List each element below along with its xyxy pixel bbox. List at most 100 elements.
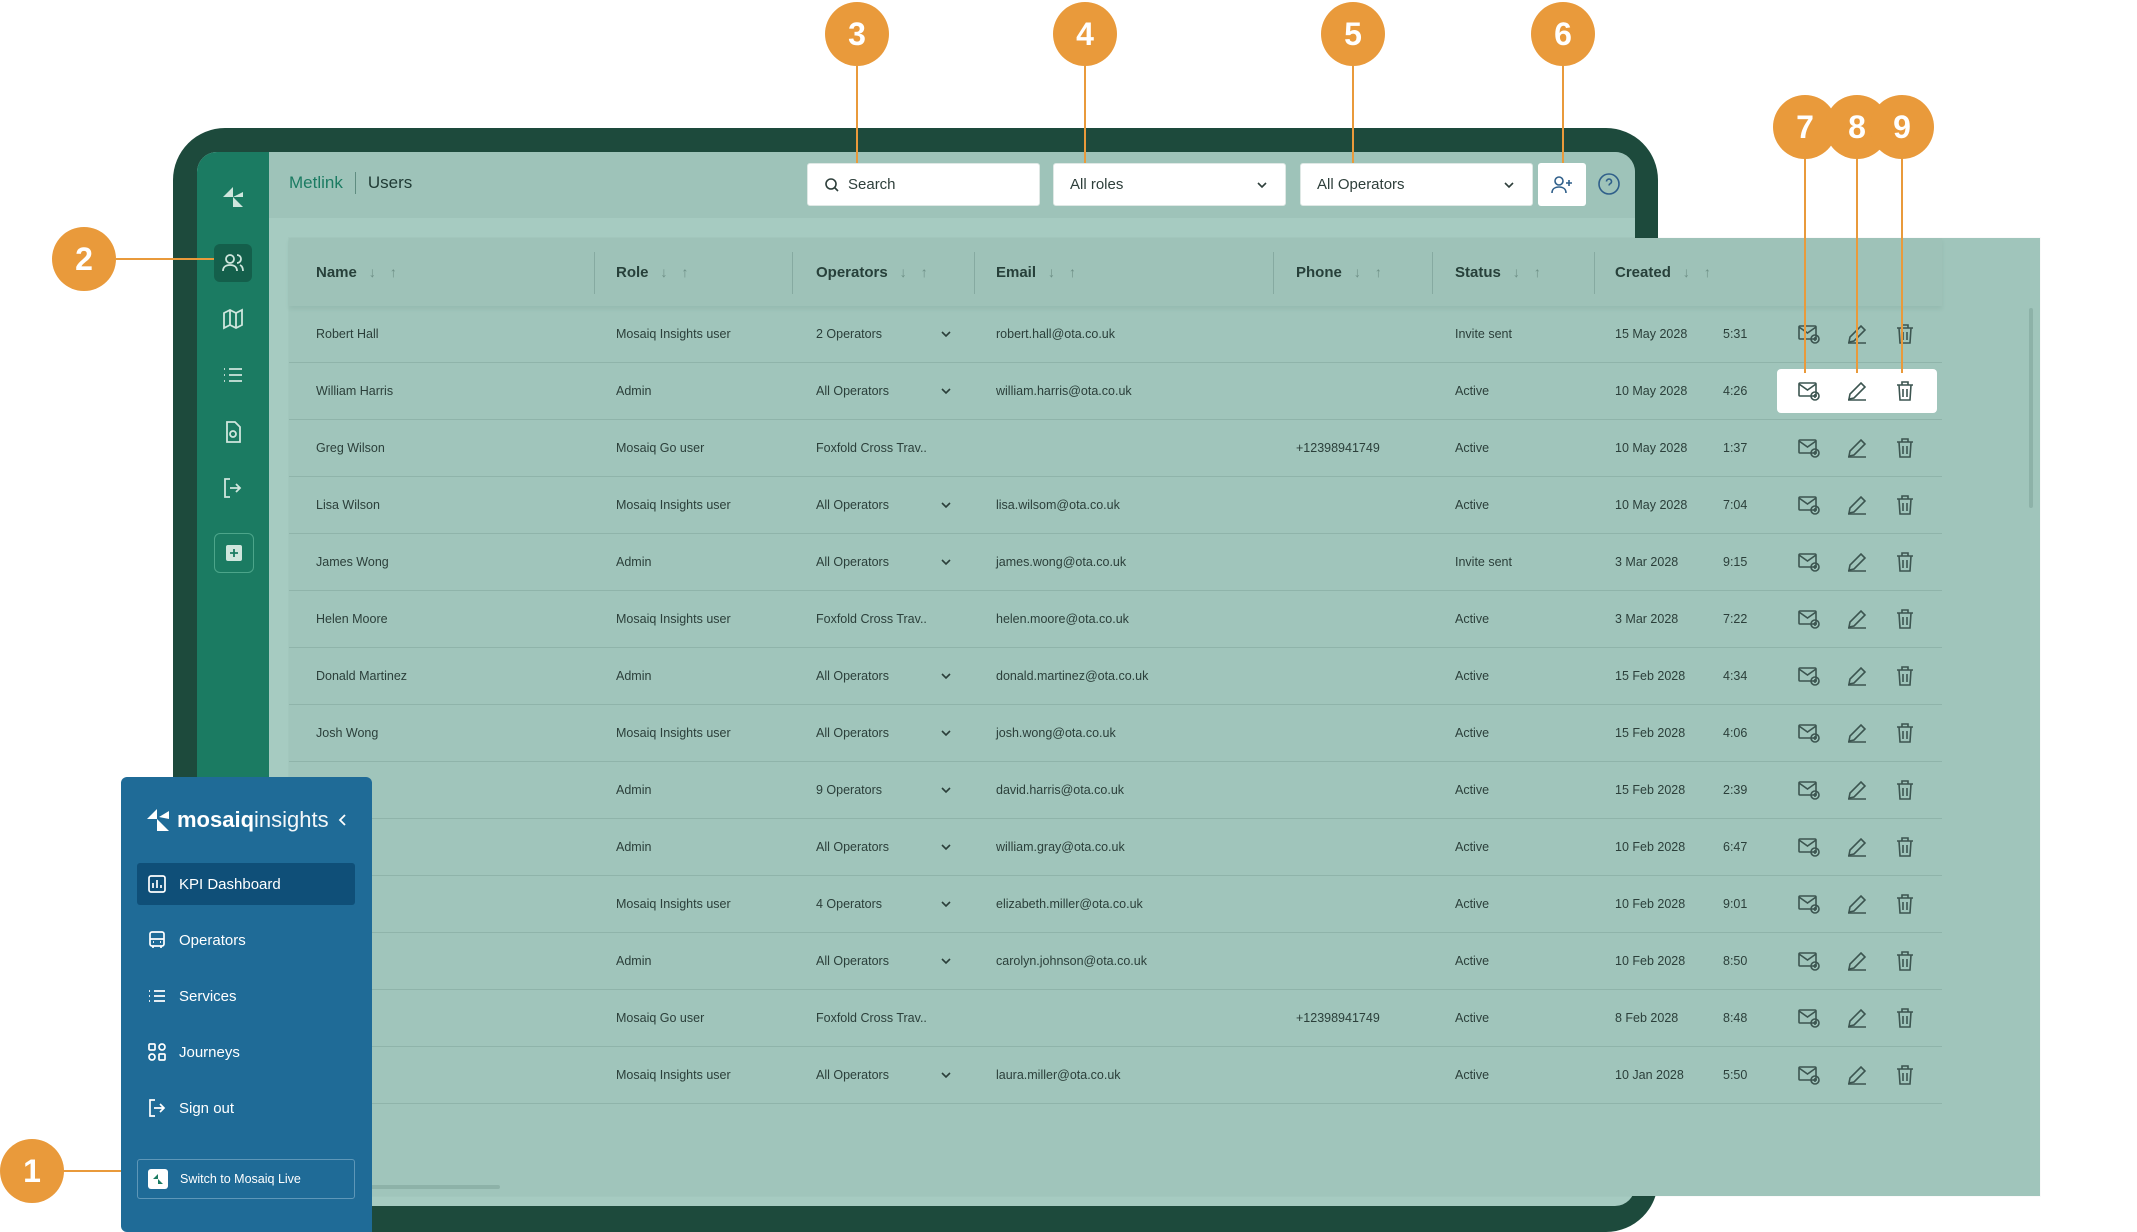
- column-header-email[interactable]: Email ↓↑: [996, 238, 1090, 306]
- table-row[interactable]: erMosaiq Insights userAll Operatorslaura…: [289, 1047, 1942, 1104]
- nav-item-services[interactable]: Services: [137, 975, 355, 1017]
- table-row[interactable]: William Harris Admin All Operators william.…: [289, 363, 1942, 420]
- delete-icon[interactable]: [1893, 835, 1917, 859]
- table-row[interactable]: rayAdminAll Operatorswilliam.gray@ota.co…: [289, 819, 1942, 876]
- column-header-phone[interactable]: Phone ↓↑: [1296, 238, 1396, 306]
- delete-icon[interactable]: [1893, 664, 1917, 688]
- collapse-chevron-icon[interactable]: [336, 813, 350, 827]
- delete-icon[interactable]: [1893, 778, 1917, 802]
- operators-expand-icon[interactable]: [940, 784, 952, 799]
- search-input[interactable]: Search: [807, 163, 1040, 206]
- sort-arrows-icon[interactable]: ↓↑: [900, 264, 942, 280]
- operators-expand-icon[interactable]: [940, 328, 952, 343]
- column-header-name[interactable]: Name ↓↑: [316, 238, 411, 306]
- operators-expand-icon[interactable]: [940, 670, 952, 685]
- delete-icon[interactable]: [1893, 436, 1917, 460]
- resend-invite-icon[interactable]: [1797, 778, 1821, 802]
- delete-icon[interactable]: [1893, 379, 1917, 403]
- edit-icon[interactable]: [1845, 892, 1869, 916]
- nav-item-sign-out[interactable]: Sign out: [137, 1087, 355, 1129]
- role-filter-select[interactable]: All roles: [1053, 163, 1286, 206]
- resend-invite-icon[interactable]: [1797, 835, 1821, 859]
- column-header-created[interactable]: Created ↓↑: [1615, 238, 1725, 306]
- table-row[interactable]: Helen Moore Mosaiq Insights user Foxfold C…: [289, 591, 1942, 648]
- table-row[interactable]: James Wong Admin All Operators james.wong@o…: [289, 534, 1942, 591]
- edit-icon[interactable]: [1845, 607, 1869, 631]
- column-header-role[interactable]: Role ↓↑: [616, 238, 703, 306]
- table-row[interactable]: Donald Martinez Admin All Operators donald.…: [289, 648, 1942, 705]
- column-header-operators[interactable]: Operators ↓↑: [816, 238, 942, 306]
- switch-to-live-button[interactable]: Switch to Mosaiq Live: [137, 1159, 355, 1199]
- resend-invite-icon[interactable]: [1797, 721, 1821, 745]
- resend-invite-icon[interactable]: [1797, 664, 1821, 688]
- delete-icon[interactable]: [1893, 550, 1917, 574]
- table-row[interactable]: Lisa Wilson Mosaiq Insights user All Opera…: [289, 477, 1942, 534]
- sort-arrows-icon[interactable]: ↓↑: [1354, 264, 1396, 280]
- document-icon[interactable]: [214, 413, 252, 451]
- table-row[interactable]: Robert Hall Mosaiq Insights user 2 Operato…: [289, 306, 1942, 363]
- resend-invite-icon[interactable]: [1797, 949, 1821, 973]
- resend-invite-icon[interactable]: [1797, 493, 1821, 517]
- list-icon[interactable]: [214, 356, 252, 394]
- delete-icon[interactable]: [1893, 1063, 1917, 1087]
- sort-arrows-icon[interactable]: ↓↑: [1048, 264, 1090, 280]
- nav-item-journeys[interactable]: Journeys: [137, 1031, 355, 1073]
- operators-expand-icon[interactable]: [940, 727, 952, 742]
- table-row[interactable]: rrisAdmin9 Operatorsdavid.harris@ota.co.…: [289, 762, 1942, 819]
- table-row[interactable]: Greg Wilson Mosaiq Go user Foxfold Cross T…: [289, 420, 1942, 477]
- nav-item-operators[interactable]: Operators: [137, 919, 355, 961]
- edit-icon[interactable]: [1845, 493, 1869, 517]
- map-icon[interactable]: [214, 300, 252, 338]
- sort-arrows-icon[interactable]: ↓↑: [1513, 264, 1555, 280]
- edit-icon[interactable]: [1845, 949, 1869, 973]
- edit-icon[interactable]: [1845, 721, 1869, 745]
- sign-out-icon[interactable]: [214, 469, 252, 507]
- table-row[interactable]: mMosaiq Go userFoxfold Cross Trav..+1239…: [289, 990, 1942, 1047]
- edit-icon[interactable]: [1845, 778, 1869, 802]
- breadcrumb-app[interactable]: Metlink: [289, 173, 343, 193]
- sort-arrows-icon[interactable]: ↓↑: [661, 264, 703, 280]
- nav-item-kpi-dashboard[interactable]: KPI Dashboard: [137, 863, 355, 905]
- resend-invite-icon[interactable]: [1797, 1063, 1821, 1087]
- edit-icon[interactable]: [1845, 835, 1869, 859]
- resend-invite-icon[interactable]: [1797, 1006, 1821, 1030]
- table-row[interactable]: Josh Wong Mosaiq Insights user All Operato…: [289, 705, 1942, 762]
- table-row[interactable]: MillerMosaiq Insights user4 Operatorseli…: [289, 876, 1942, 933]
- vertical-scrollbar[interactable]: [2029, 308, 2033, 508]
- resend-invite-icon[interactable]: [1797, 379, 1821, 403]
- delete-icon[interactable]: [1893, 322, 1917, 346]
- resend-invite-icon[interactable]: [1797, 322, 1821, 346]
- users-icon[interactable]: [214, 244, 252, 282]
- sort-arrows-icon[interactable]: ↓↑: [369, 264, 411, 280]
- edit-icon[interactable]: [1845, 664, 1869, 688]
- delete-icon[interactable]: [1893, 721, 1917, 745]
- operators-expand-icon[interactable]: [940, 841, 952, 856]
- delete-icon[interactable]: [1893, 892, 1917, 916]
- edit-icon[interactable]: [1845, 550, 1869, 574]
- delete-icon[interactable]: [1893, 607, 1917, 631]
- resend-invite-icon[interactable]: [1797, 550, 1821, 574]
- edit-icon[interactable]: [1845, 1006, 1869, 1030]
- edit-icon[interactable]: [1845, 379, 1869, 403]
- edit-icon[interactable]: [1845, 1063, 1869, 1087]
- operators-expand-icon[interactable]: [940, 499, 952, 514]
- resend-invite-icon[interactable]: [1797, 892, 1821, 916]
- operators-expand-icon[interactable]: [940, 898, 952, 913]
- resend-invite-icon[interactable]: [1797, 607, 1821, 631]
- add-user-button[interactable]: [1538, 163, 1586, 206]
- operators-expand-icon[interactable]: [940, 955, 952, 970]
- switch-app-icon[interactable]: [214, 533, 254, 573]
- sort-arrows-icon[interactable]: ↓↑: [1683, 264, 1725, 280]
- help-icon[interactable]: [1597, 172, 1621, 196]
- delete-icon[interactable]: [1893, 493, 1917, 517]
- column-header-status[interactable]: Status ↓↑: [1455, 238, 1555, 306]
- operators-expand-icon[interactable]: [940, 1069, 952, 1084]
- delete-icon[interactable]: [1893, 949, 1917, 973]
- delete-icon[interactable]: [1893, 1006, 1917, 1030]
- operators-expand-icon[interactable]: [940, 385, 952, 400]
- operators-expand-icon[interactable]: [940, 556, 952, 571]
- edit-icon[interactable]: [1845, 436, 1869, 460]
- table-row[interactable]: ohnsonAdminAll Operatorscarolyn.johnson@…: [289, 933, 1942, 990]
- resend-invite-icon[interactable]: [1797, 436, 1821, 460]
- operator-filter-select[interactable]: All Operators: [1300, 163, 1533, 206]
